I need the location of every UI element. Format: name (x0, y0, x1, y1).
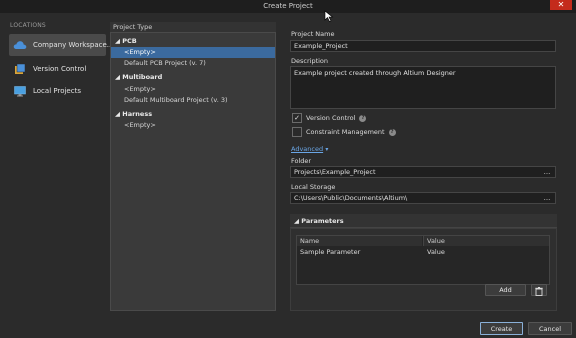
tree-group-label: Harness (122, 110, 153, 118)
tree-group-label: PCB (122, 37, 137, 45)
folder-input[interactable]: Projects\Example_Project (290, 166, 556, 178)
locations-header: LOCATIONS (10, 22, 46, 29)
chevron-down-icon: ▾ (325, 146, 329, 153)
column-header-name[interactable]: Name (297, 236, 422, 246)
create-button[interactable]: Create (480, 322, 523, 335)
add-parameter-button[interactable]: Add (485, 284, 526, 296)
expand-arrow-icon: ◢ (115, 37, 120, 45)
tree-item-pcb-empty[interactable]: <Empty> (111, 47, 275, 58)
tree-item-multiboard-empty[interactable]: <Empty> (111, 84, 275, 95)
tree-item-harness-empty[interactable]: <Empty> (111, 120, 275, 131)
monitor-icon (13, 85, 27, 97)
tree-item-multiboard-default[interactable]: Default Multiboard Project (v. 3) (111, 95, 275, 106)
tree-group-pcb[interactable]: ◢ PCB (111, 36, 275, 47)
description-textarea[interactable]: Example project created through Altium D… (290, 66, 556, 109)
help-icon[interactable]: ? (388, 128, 396, 136)
location-label: Company Workspace... (33, 41, 114, 49)
tree-group-multiboard[interactable]: ◢ Multiboard (111, 72, 275, 83)
version-control-checkbox[interactable]: ✓ (292, 113, 302, 123)
constraint-management-label: Constraint Management (306, 128, 385, 136)
project-name-label: Project Name (291, 30, 335, 38)
constraint-management-checkbox[interactable] (292, 127, 302, 137)
trash-icon (535, 286, 543, 296)
cloud-icon (13, 39, 27, 51)
location-local-projects[interactable]: Local Projects (9, 80, 106, 102)
help-icon[interactable]: ? (359, 114, 367, 122)
local-storage-label: Local Storage (291, 183, 336, 191)
tree-item-pcb-default[interactable]: Default PCB Project (v. 7) (111, 58, 275, 69)
advanced-toggle[interactable]: Advanced ▾ (291, 145, 328, 153)
parameters-header[interactable]: ◢ Parameters (290, 214, 557, 228)
expand-arrow-icon: ◢ (294, 217, 299, 225)
expand-arrow-icon: ◢ (115, 110, 120, 118)
version-control-label: Version Control (306, 114, 356, 122)
project-name-input[interactable]: Example_Project (290, 40, 556, 52)
version-control-icon (13, 63, 27, 75)
close-icon: ✕ (557, 0, 565, 9)
location-label: Version Control (33, 65, 87, 73)
tree-group-label: Multiboard (122, 73, 163, 81)
parameters-title: Parameters (301, 217, 344, 225)
constraint-management-row: Constraint Management ? (292, 127, 396, 137)
parameter-name-cell[interactable]: Sample Parameter (300, 247, 420, 257)
advanced-link[interactable]: Advanced (291, 145, 323, 153)
delete-parameter-button[interactable] (531, 284, 547, 296)
location-version-control[interactable]: Version Control (9, 58, 106, 80)
version-control-row: ✓ Version Control ? (292, 113, 367, 123)
parameter-value-cell[interactable]: Value (427, 247, 547, 257)
local-storage-input[interactable]: C:\Users\Public\Documents\Altium\ (290, 192, 556, 204)
folder-label: Folder (291, 157, 312, 165)
close-button[interactable]: ✕ (550, 0, 572, 10)
window-title: Create Project (263, 2, 313, 10)
location-company-workspace[interactable]: Company Workspace... (9, 34, 113, 56)
mouse-cursor-icon (324, 10, 334, 22)
location-label: Local Projects (33, 87, 81, 95)
description-label: Description (291, 57, 329, 65)
project-type-header: Project Type (110, 22, 276, 33)
column-header-value[interactable]: Value (423, 236, 549, 246)
local-storage-browse-button[interactable]: ... (540, 193, 554, 203)
cancel-button[interactable]: Cancel (528, 322, 572, 335)
expand-arrow-icon: ◢ (115, 73, 120, 81)
folder-browse-button[interactable]: ... (540, 167, 554, 177)
tree-group-harness[interactable]: ◢ Harness (111, 109, 275, 120)
